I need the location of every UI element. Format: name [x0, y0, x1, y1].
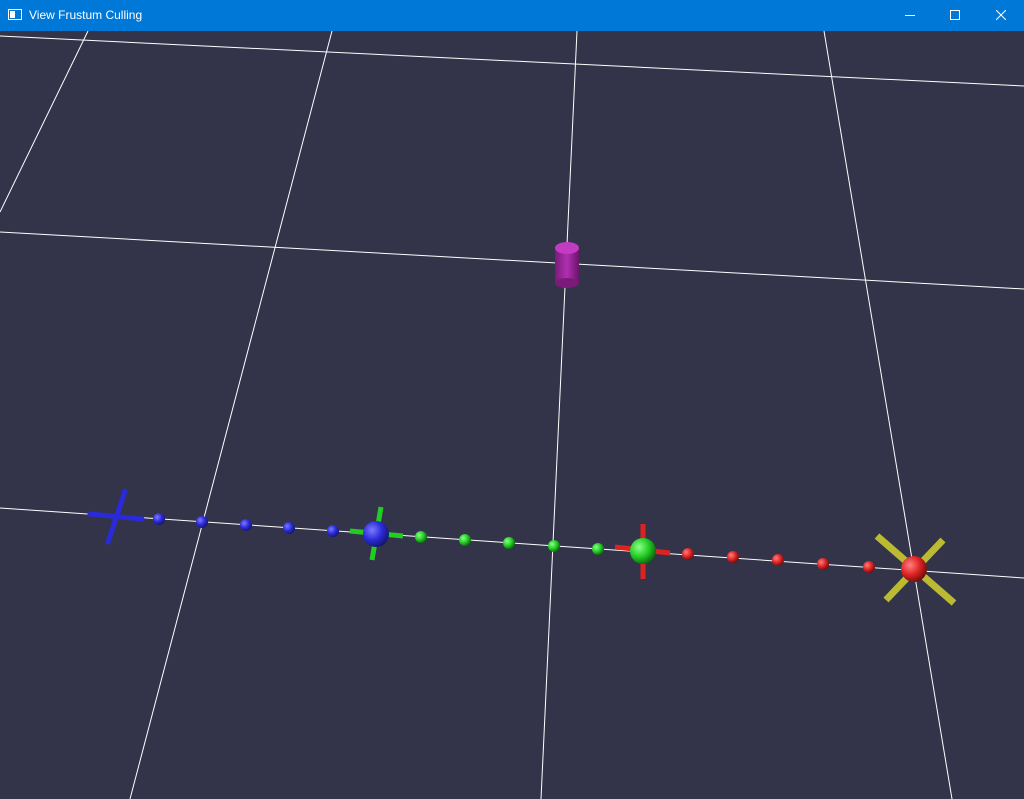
- close-icon: [996, 10, 1006, 20]
- 3d-viewport[interactable]: [0, 31, 1024, 799]
- app-icon: [8, 9, 22, 20]
- grid: [0, 31, 1024, 799]
- cylinder: [555, 242, 579, 288]
- green-sphere-node: [614, 524, 671, 579]
- sphere: [196, 516, 208, 528]
- title-bar[interactable]: View Frustum Culling: [0, 0, 1024, 31]
- sphere: [727, 551, 739, 563]
- app-window: View Frustum Culling: [0, 0, 1024, 799]
- sphere: [327, 525, 339, 537]
- sphere: [153, 513, 165, 525]
- blue-sphere-markers: [153, 513, 339, 537]
- maximize-button[interactable]: [932, 0, 978, 31]
- grid-line: [0, 35, 1024, 87]
- blue-sphere-node: [349, 506, 404, 561]
- green-sphere-markers: [415, 531, 604, 555]
- close-button[interactable]: [978, 0, 1024, 31]
- grid-line: [0, 231, 1024, 290]
- sphere: [817, 558, 829, 570]
- red-sphere-markers: [682, 548, 875, 573]
- minimize-button[interactable]: [887, 0, 933, 31]
- red-sphere-node: [874, 533, 957, 606]
- sphere: [592, 543, 604, 555]
- sphere: [283, 522, 295, 534]
- grid-line: [823, 31, 953, 799]
- sphere: [240, 519, 252, 531]
- grid-line: [129, 31, 333, 799]
- scene-canvas: [0, 31, 1024, 799]
- minimize-icon: [905, 15, 915, 16]
- window-title: View Frustum Culling: [29, 8, 143, 22]
- sphere: [415, 531, 427, 543]
- sphere: [772, 554, 784, 566]
- sphere: [863, 561, 875, 573]
- blue-axis-cross: [87, 488, 145, 545]
- sphere: [682, 548, 694, 560]
- sphere: [548, 540, 560, 552]
- grid-line: [540, 31, 578, 799]
- sphere: [503, 537, 515, 549]
- maximize-icon: [950, 10, 960, 20]
- grid-line: [0, 31, 89, 213]
- sphere: [459, 534, 471, 546]
